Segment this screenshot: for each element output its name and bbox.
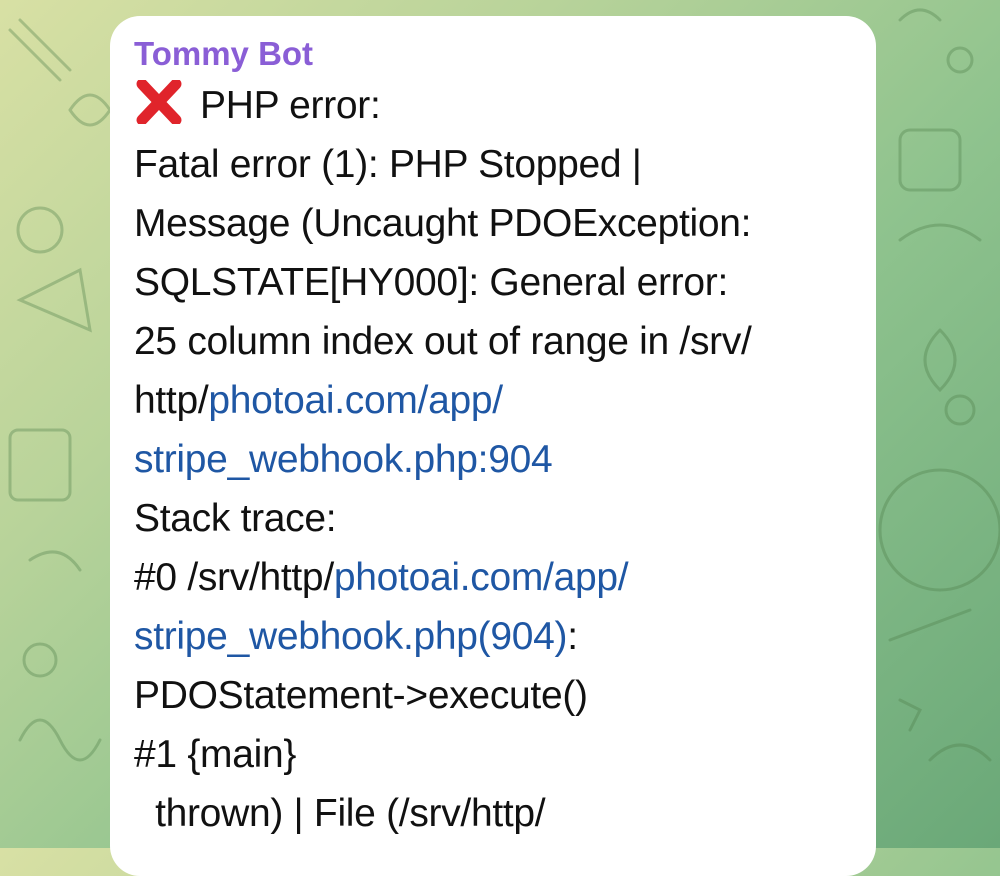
message-line: stripe_webhook.php(904): bbox=[134, 607, 852, 666]
message-text: PHP error: Fatal error (1): PHP Stopped … bbox=[134, 76, 852, 843]
path-text: http/ bbox=[134, 379, 209, 422]
message-line: http/photoai.com/app/ bbox=[134, 371, 852, 430]
message-line: Stack trace: bbox=[134, 497, 337, 540]
message-line: PDOStatement->execute() bbox=[134, 674, 588, 717]
file-link[interactable]: stripe_webhook.php(904) bbox=[134, 615, 568, 658]
message-title: PHP error: bbox=[200, 84, 381, 127]
message-line: Message (Uncaught PDOException: bbox=[134, 202, 752, 245]
message-line: stripe_webhook.php:904 bbox=[134, 430, 852, 489]
path-text: : bbox=[567, 615, 578, 658]
message-line: 25 column index out of range in /srv/ bbox=[134, 320, 752, 363]
message-title-line: PHP error: bbox=[134, 76, 852, 135]
message-bubble: Tommy Bot PHP error: Fatal error (1): PH… bbox=[110, 16, 876, 876]
message-line: #0 /srv/http/photoai.com/app/ bbox=[134, 548, 852, 607]
file-link[interactable]: stripe_webhook.php:904 bbox=[134, 438, 553, 481]
file-link[interactable]: photoai.com/app/ bbox=[208, 379, 503, 422]
path-text: #0 /srv/http/ bbox=[134, 556, 334, 599]
file-link[interactable]: photoai.com/app/ bbox=[334, 556, 629, 599]
cross-mark-icon bbox=[136, 80, 182, 124]
message-line: thrown) | File (/srv/http/ bbox=[134, 792, 546, 835]
message-line: SQLSTATE[HY000]: General error: bbox=[134, 261, 728, 304]
sender-name[interactable]: Tommy Bot bbox=[134, 34, 852, 74]
message-line: #1 {main} bbox=[134, 733, 297, 776]
message-line: Fatal error (1): PHP Stopped | bbox=[134, 143, 642, 186]
